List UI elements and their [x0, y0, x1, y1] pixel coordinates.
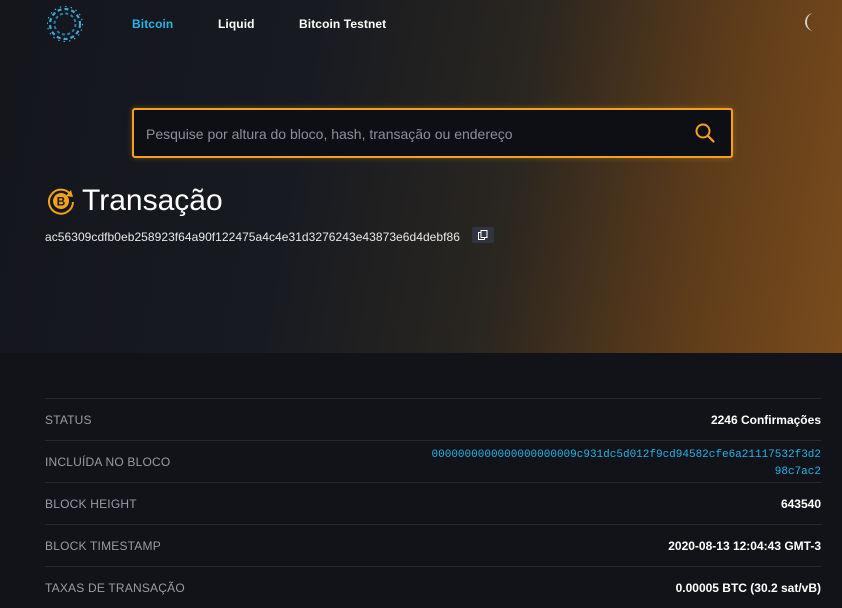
transaction-details-table: STATUS 2246 Confirmações INCLUÍDA NO BLO…: [45, 398, 821, 608]
status-label: STATUS: [45, 413, 92, 427]
hero-section: [0, 0, 842, 353]
svg-text:B: B: [57, 195, 66, 209]
block-timestamp-value: 2020-08-13 12:04:43 GMT-3: [668, 539, 821, 553]
status-value: 2246 Confirmações: [710, 413, 821, 427]
blockstream-logo-icon[interactable]: [46, 5, 84, 43]
nav-liquid[interactable]: Liquid: [218, 17, 255, 31]
block-height-value: 643540: [780, 497, 821, 511]
page-title: Transação: [82, 184, 223, 217]
search-icon[interactable]: [694, 122, 716, 144]
transaction-id: ac56309cdfb0eb258923f64a90f122475a4c4e31…: [45, 230, 460, 244]
detail-row-status: STATUS 2246 Confirmações: [45, 398, 821, 440]
detail-row-block-height: BLOCK HEIGHT 643540: [45, 482, 821, 524]
fees-label: TAXAS DE TRANSAÇÃO: [45, 581, 185, 595]
nav-bitcoin-testnet[interactable]: Bitcoin Testnet: [299, 17, 386, 31]
block-timestamp-label: BLOCK TIMESTAMP: [45, 539, 161, 553]
block-height-label: BLOCK HEIGHT: [45, 497, 137, 511]
copy-button[interactable]: [472, 227, 494, 243]
fees-value: 0.00005 BTC (30.2 sat/vB): [675, 581, 821, 595]
detail-row-block: INCLUÍDA NO BLOCO 0000000000000000000009…: [45, 440, 821, 482]
bitcoin-transaction-icon: B: [48, 188, 74, 215]
moon-icon[interactable]: [800, 11, 822, 33]
block-label: INCLUÍDA NO BLOCO: [45, 455, 171, 469]
search-box: [132, 108, 733, 158]
nav-bitcoin[interactable]: Bitcoin: [132, 17, 173, 31]
detail-row-block-timestamp: BLOCK TIMESTAMP 2020-08-13 12:04:43 GMT-…: [45, 524, 821, 566]
search-input[interactable]: [144, 110, 688, 158]
detail-row-fees: TAXAS DE TRANSAÇÃO 0.00005 BTC (30.2 sat…: [45, 566, 821, 608]
copy-icon: [478, 230, 488, 240]
block-hash-link[interactable]: 0000000000000000000009c931dc5d012f9cd945…: [431, 447, 821, 481]
